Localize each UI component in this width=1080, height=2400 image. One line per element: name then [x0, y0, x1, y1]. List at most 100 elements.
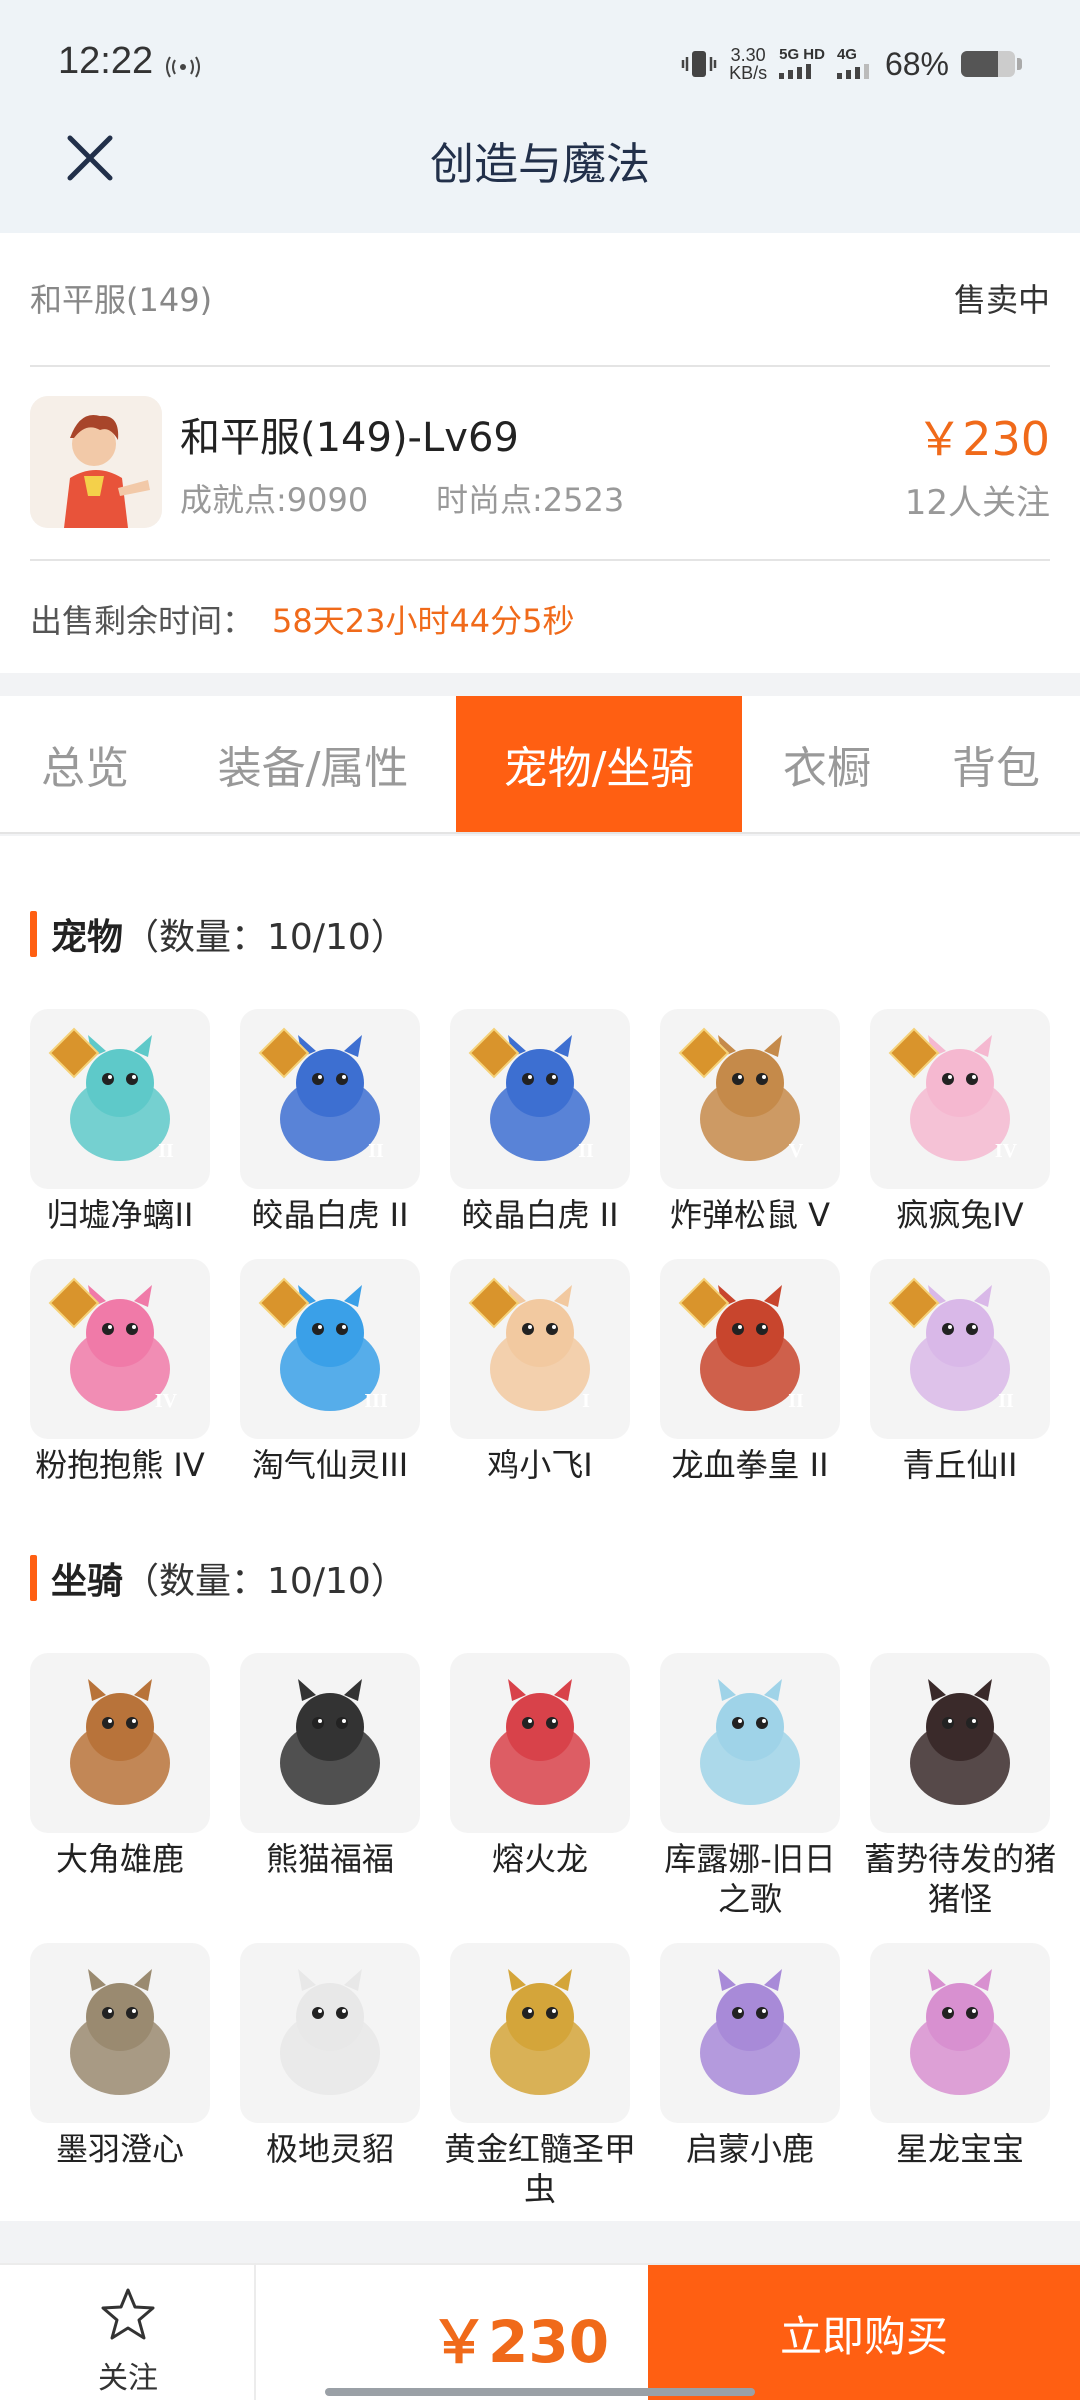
net-type-5g: 5G HD: [779, 46, 825, 83]
creature-image: [910, 1679, 1010, 1805]
item-label: 粉抱抱熊 IV: [35, 1446, 205, 1484]
follow-label: 关注: [98, 2361, 158, 2396]
mount-item[interactable]: 大角雄鹿: [30, 1653, 210, 1879]
creature-image: [490, 1969, 590, 2095]
divider: [30, 365, 1050, 367]
home-indicator: [325, 2388, 755, 2396]
item-label: 极地灵貂: [265, 2130, 394, 2168]
sale-status: 售卖中: [953, 281, 1050, 319]
rank-badge-icon: [888, 1277, 940, 1329]
signal-icon: [779, 63, 812, 79]
rank-badge-icon: [468, 1277, 520, 1329]
mounts-title: 坐骑: [51, 1561, 124, 1602]
star-icon: [101, 2288, 155, 2340]
creature-image: [700, 1679, 800, 1805]
item-label: 星龙宝宝: [895, 2130, 1024, 2168]
mount-item[interactable]: 熔火龙: [450, 1653, 630, 1879]
pet-item[interactable]: II 皎晶白虎 II: [450, 1009, 630, 1235]
item-label: 炸弹松鼠 V: [669, 1196, 831, 1234]
signal-icon-2: [836, 63, 869, 79]
rank-text: IV: [994, 1140, 1018, 1162]
item-label: 蓄势待发的猪猪怪: [863, 1840, 1056, 1918]
bottom-price: ￥230: [430, 2308, 610, 2376]
mount-item[interactable]: 启蒙小鹿: [660, 1943, 840, 2169]
pet-item[interactable]: IV 疯疯兔IV: [870, 1009, 1050, 1235]
divider: [30, 559, 1050, 561]
item-thumbnail: III: [240, 1259, 420, 1439]
item-thumbnail: I: [450, 1259, 630, 1439]
buy-now-button[interactable]: 立即购买: [648, 2265, 1080, 2400]
item-label: 鸡小飞I: [487, 1446, 593, 1484]
pet-item[interactable]: II 青丘仙II: [870, 1259, 1050, 1485]
item-label: 皎晶白虎 II: [251, 1196, 409, 1234]
item-thumbnail: [30, 1653, 210, 1833]
mounts-section-title: 坐骑 （数量：10/10）: [30, 1554, 407, 1602]
pets-title: 宠物: [51, 917, 124, 958]
item-thumbnail: [240, 1653, 420, 1833]
tab-equipment[interactable]: 装备/属性: [170, 696, 456, 832]
mount-item[interactable]: 库露娜-旧日之歌: [660, 1653, 840, 1919]
item-label: 库露娜-旧日之歌: [664, 1840, 836, 1918]
pet-item[interactable]: V 炸弹松鼠 V: [660, 1009, 840, 1235]
pet-item[interactable]: II 皎晶白虎 II: [240, 1009, 420, 1235]
rank-text: II: [158, 1140, 174, 1162]
battery-percent: 68%: [884, 45, 949, 82]
creature-image: [700, 1969, 800, 2095]
page-title: 创造与魔法: [430, 139, 650, 190]
pet-item[interactable]: II 归墟净螭II: [30, 1009, 210, 1235]
creature-image: [280, 1969, 380, 2095]
net-speed-unit: KB/s: [729, 63, 768, 83]
pets-mounts-content: 宠物 （数量：10/10） II 归墟净螭II II 皎晶白虎 II II 皎晶白虎 II…: [0, 836, 1080, 2221]
item-label: 皎晶白虎 II: [461, 1196, 619, 1234]
pet-item[interactable]: I 鸡小飞I: [450, 1259, 630, 1485]
avatar-image: [30, 396, 162, 528]
tab-pets-mounts[interactable]: 宠物/坐骑: [456, 696, 742, 832]
rank-badge-icon: [678, 1277, 730, 1329]
status-bar: 12:22 3.30 KB/s 5G HD 4G 68%: [0, 0, 1080, 130]
follow-button[interactable]: 关注: [0, 2265, 256, 2400]
item-thumbnail: IV: [30, 1259, 210, 1439]
net-type-4g: 4G: [836, 46, 873, 83]
mounts-count: （数量：10/10）: [123, 1561, 407, 1602]
item-thumbnail: II: [870, 1259, 1050, 1439]
mount-item[interactable]: 星龙宝宝: [870, 1943, 1050, 2169]
item-thumbnail: V: [660, 1009, 840, 1189]
rank-text: III: [364, 1390, 388, 1412]
top-bar: 12:22 3.30 KB/s 5G HD 4G 68% 创造与魔法: [0, 0, 1080, 233]
mount-item[interactable]: 墨羽澄心: [30, 1943, 210, 2169]
rank-text: V: [788, 1140, 804, 1162]
net-speed-value: 3.30: [730, 45, 766, 65]
rank-badge-icon: [48, 1277, 100, 1329]
pet-item[interactable]: IV 粉抱抱熊 IV: [30, 1259, 210, 1485]
item-label: 熊猫福福: [265, 1840, 394, 1878]
pet-item[interactable]: II 龙血拳皇 II: [660, 1259, 840, 1485]
item-thumbnail: [660, 1653, 840, 1833]
section-accent-bar: [30, 911, 37, 957]
mount-item[interactable]: 黄金红髓圣甲虫: [444, 1943, 636, 2209]
mount-item[interactable]: 极地灵貂: [240, 1943, 420, 2169]
creature-image: [280, 1679, 380, 1805]
character-avatar: [30, 396, 162, 528]
item-thumbnail: [30, 1943, 210, 2123]
item-thumbnail: II: [30, 1009, 210, 1189]
tab-wardrobe[interactable]: 衣橱: [742, 696, 912, 832]
tab-backpack[interactable]: 背包: [912, 696, 1080, 832]
rank-text: II: [578, 1140, 594, 1162]
timer-label: 出售剩余时间：: [30, 602, 255, 640]
battery-fill: [961, 51, 998, 77]
listing-price: ￥230: [916, 412, 1050, 466]
rank-badge-icon: [888, 1027, 940, 1079]
tab-overview[interactable]: 总览: [0, 696, 170, 832]
item-label: 启蒙小鹿: [685, 2130, 814, 2168]
status-right: 3.30 KB/s 5G HD 4G 68%: [681, 44, 1022, 84]
item-thumbnail: IV: [870, 1009, 1050, 1189]
item-label: 大角雄鹿: [55, 1840, 184, 1878]
rank-text: I: [582, 1390, 590, 1412]
mount-item[interactable]: 熊猫福福: [240, 1653, 420, 1879]
creature-image: [70, 1679, 170, 1805]
rank-badge-icon: [258, 1027, 310, 1079]
battery-tip: [1017, 58, 1022, 70]
mount-item[interactable]: 蓄势待发的猪猪怪: [864, 1653, 1056, 1919]
pet-item[interactable]: III 淘气仙灵III: [240, 1259, 420, 1485]
section-accent-bar: [30, 1555, 37, 1601]
